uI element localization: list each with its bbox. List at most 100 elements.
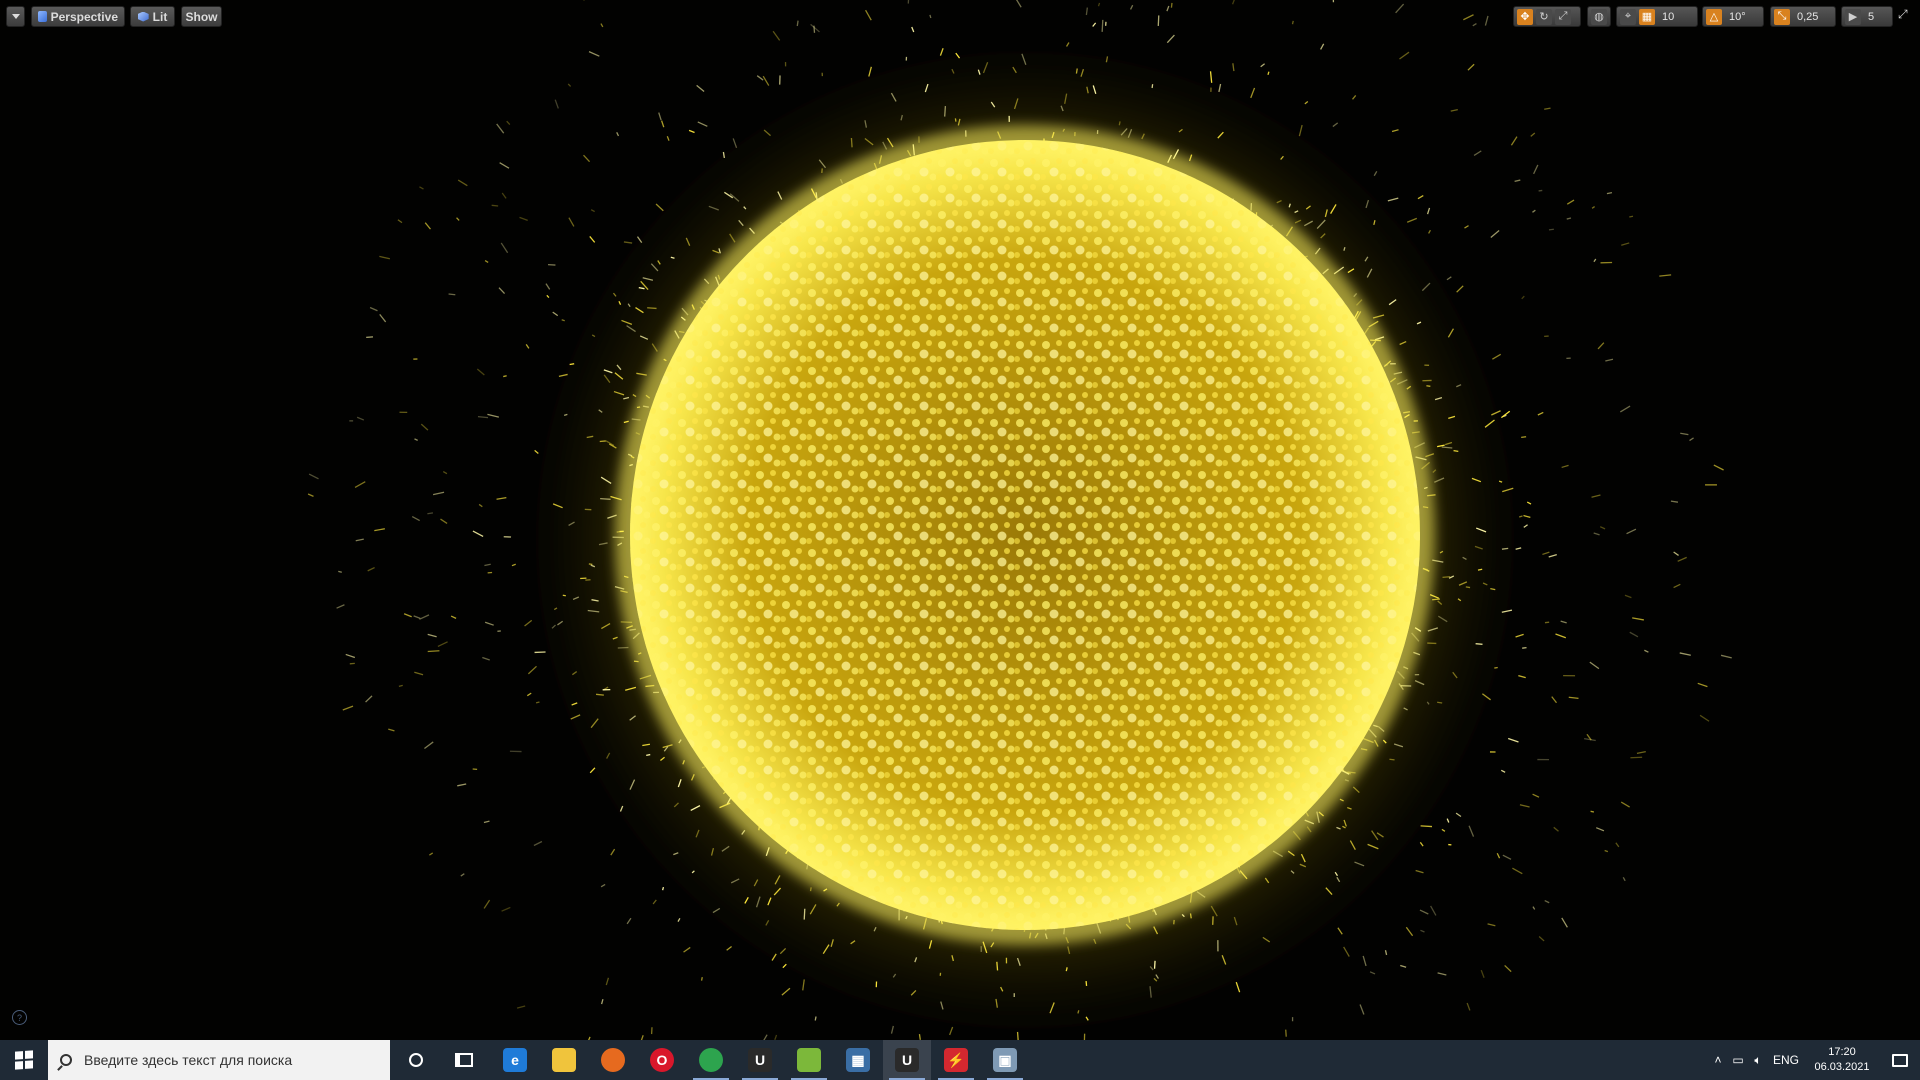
particle-spark xyxy=(1636,750,1646,755)
show-flags-button[interactable]: Show xyxy=(181,6,222,27)
scale-mode-icon[interactable]: ⤢ xyxy=(1555,8,1571,25)
particle-spark xyxy=(1544,899,1550,904)
particle-spark xyxy=(1510,136,1518,146)
particle-spark xyxy=(533,840,543,847)
particle-spark xyxy=(772,30,781,41)
particle-spark xyxy=(954,118,957,122)
taskbar-app-calculator[interactable]: ▦ xyxy=(834,1040,882,1080)
surface-snap-icon[interactable]: ⌖ xyxy=(1620,8,1636,25)
volume-icon[interactable]: 🔈︎ xyxy=(1748,1040,1768,1080)
scale-snap-group: ⤡ 0,25 xyxy=(1770,6,1836,27)
windows-logo-icon xyxy=(15,1050,33,1070)
action-center-button[interactable] xyxy=(1880,1040,1920,1080)
scale-snap-icon[interactable]: ⤡ xyxy=(1774,8,1790,25)
taskbar-app-firefox[interactable] xyxy=(589,1040,637,1080)
network-icon[interactable]: ▭ xyxy=(1728,1040,1748,1080)
particle-spark xyxy=(1420,929,1425,933)
particle-spark xyxy=(595,693,604,696)
scale-snap-value[interactable]: 0,25 xyxy=(1793,11,1822,23)
particle-spark xyxy=(1699,714,1710,722)
particle-spark xyxy=(403,613,412,618)
flash-app-icon: ⚡ xyxy=(944,1048,968,1072)
particle-spark xyxy=(442,471,448,475)
view-mode-lit-button[interactable]: Lit xyxy=(130,6,175,27)
task-view-button[interactable] xyxy=(440,1040,488,1080)
rotation-snap-icon[interactable]: △ xyxy=(1706,8,1722,25)
search-icon xyxy=(60,1054,72,1066)
particle-spark xyxy=(308,473,319,480)
particle-spark xyxy=(1395,3,1405,14)
help-icon[interactable]: ? xyxy=(12,1010,27,1025)
particle-spark xyxy=(1521,295,1525,300)
taskbar-app-chrome[interactable] xyxy=(687,1040,735,1080)
particle-spark xyxy=(1077,1010,1080,1014)
taskbar-app-opera[interactable]: O xyxy=(638,1040,686,1080)
world-globe-icon[interactable]: ◍ xyxy=(1591,8,1607,25)
particle-spark xyxy=(1566,199,1575,205)
particle-spark xyxy=(1538,936,1545,942)
cortana-button[interactable] xyxy=(392,1040,440,1080)
particle-spark xyxy=(1537,411,1544,416)
particle-spark xyxy=(1490,230,1500,238)
particle-spark xyxy=(1151,84,1154,89)
grid-snap-value[interactable]: 10 xyxy=(1658,11,1678,23)
translate-mode-icon[interactable]: ✥ xyxy=(1517,8,1533,25)
particle-spark xyxy=(1522,646,1527,649)
particle-spark xyxy=(809,887,812,892)
particle-spark xyxy=(1593,258,1597,263)
show-hidden-icons-chevron-icon[interactable]: ˄ xyxy=(1708,1040,1728,1080)
viewport-options-button[interactable] xyxy=(6,6,25,27)
particle-spark xyxy=(546,294,550,299)
camera-speed-value[interactable]: 5 xyxy=(1864,11,1878,23)
particle-spark xyxy=(1697,682,1708,688)
file-explorer-icon xyxy=(552,1048,576,1072)
particle-spark xyxy=(354,481,366,488)
particle-spark xyxy=(1629,215,1634,218)
particle-spark xyxy=(1532,209,1536,213)
taskbar-app-flash-app[interactable]: ⚡ xyxy=(932,1040,980,1080)
grid-snap-icon[interactable]: ▦ xyxy=(1639,8,1655,25)
system-tray: ˄ ▭ 🔈︎ ENG 17:20 06.03.2021 xyxy=(1708,1040,1920,1080)
particle-spark xyxy=(1673,583,1681,589)
particle-spark xyxy=(1512,867,1523,875)
taskbar-app-unreal-engine[interactable]: U xyxy=(736,1040,784,1080)
particle-spark xyxy=(1419,909,1429,915)
camera-speed-group: ▶ 5 xyxy=(1841,6,1893,27)
particle-spark xyxy=(1065,967,1068,972)
particle-spark xyxy=(525,344,530,349)
particle-spark xyxy=(599,440,606,443)
rotation-snap-group: △ 10° xyxy=(1702,6,1764,27)
particle-spark xyxy=(1560,620,1567,624)
particle-spark xyxy=(588,51,600,57)
taskbar-app-photo-viewer[interactable]: ▣ xyxy=(981,1040,1029,1080)
clock[interactable]: 17:20 06.03.2021 xyxy=(1804,1045,1880,1075)
taskbar-app-file-explorer[interactable] xyxy=(540,1040,588,1080)
rotation-snap-value[interactable]: 10° xyxy=(1725,11,1750,23)
particle-spark xyxy=(419,614,430,620)
perspective-button[interactable]: Perspective xyxy=(31,6,125,27)
particle-spark xyxy=(850,137,853,148)
particle-spark xyxy=(369,306,378,312)
particle-spark xyxy=(1465,586,1471,589)
taskbar-search-box[interactable]: Введите здесь текст для поиска xyxy=(48,1040,390,1080)
particle-spark xyxy=(696,84,705,93)
camera-speed-icon[interactable]: ▶ xyxy=(1845,8,1861,25)
particle-spark xyxy=(1689,437,1694,442)
rotate-mode-icon[interactable]: ↻ xyxy=(1536,8,1552,25)
particle-spark xyxy=(1605,358,1614,362)
particle-spark xyxy=(1606,191,1613,195)
start-button[interactable] xyxy=(0,1040,48,1080)
particle-spark xyxy=(1468,825,1475,837)
particle-sun-render xyxy=(307,0,1732,1040)
input-language-indicator[interactable]: ENG xyxy=(1768,1053,1804,1067)
taskbar-app-pencil-app[interactable] xyxy=(785,1040,833,1080)
particle-spark xyxy=(803,908,806,920)
level-viewport[interactable]: Perspective Lit Show ✥ ↻ ⤢ ◍ ⌖ ▦ 10 △ 10… xyxy=(0,0,1920,1040)
particle-spark xyxy=(568,217,575,227)
particle-spark xyxy=(756,75,764,81)
particle-spark xyxy=(1399,51,1410,60)
taskbar-app-unreal-editor[interactable]: U xyxy=(883,1040,931,1080)
taskbar-app-edge[interactable]: e xyxy=(491,1040,539,1080)
maximize-viewport-icon[interactable]: ⤢ xyxy=(1898,7,1914,23)
particle-spark xyxy=(1267,71,1270,75)
